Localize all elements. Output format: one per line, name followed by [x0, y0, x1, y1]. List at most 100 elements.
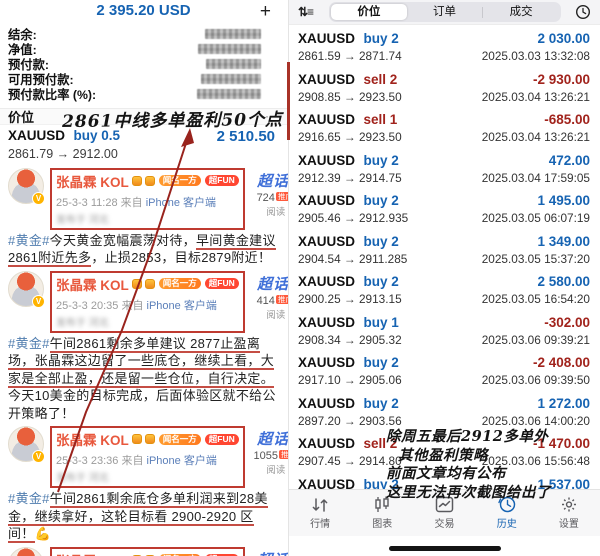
gold-hashtag[interactable]: #黄金# [8, 491, 50, 506]
row-profit: 2 030.00 [537, 31, 590, 46]
row-symbol: XAUUSD [298, 436, 355, 451]
row-profit: -2 930.00 [533, 72, 590, 87]
avatar[interactable] [8, 168, 44, 204]
row-prices: 2905.46 → 2912.935 [298, 211, 408, 225]
history-row[interactable]: XAUUSD buy 1 -302.00 2908.34 → 2905.32 2… [298, 314, 590, 347]
row-side: buy 2 [363, 355, 398, 370]
row-side: sell 1 [363, 112, 397, 127]
account-summary: 结余: 净值: 预付款: 可用预付款: 预付款比率 (%): [0, 23, 287, 101]
history-row[interactable]: XAUUSD buy 2 2 580.00 2900.25 → 2913.15 … [298, 273, 590, 306]
post-origin-blurred: 发布于 河北 [56, 314, 239, 329]
row-side: buy 2 [363, 153, 398, 168]
medal-icon [132, 279, 142, 289]
row-time: 2025.03.06 09:39:50 [482, 373, 590, 387]
row-prices: 2917.10 → 2905.06 [298, 373, 402, 387]
history-row[interactable]: XAUUSD buy 2 2 030.00 2861.59 → 2871.74 … [298, 30, 590, 63]
history-row[interactable]: XAUUSD sell 1 -685.00 2916.65 → 2923.50 … [298, 111, 590, 144]
row-symbol: XAUUSD [298, 153, 355, 168]
row-side: sell 2 [363, 72, 397, 87]
row-profit: -685.00 [544, 112, 590, 127]
avatar[interactable] [8, 426, 44, 462]
fun-badge: 超FUN [205, 175, 239, 186]
weibo-post: 张晶霖 KOL 闻名一方 超FUN 25-3-7 21:33 来自 iPhone… [0, 544, 287, 556]
row-symbol: XAUUSD [298, 112, 355, 127]
tab-prices[interactable]: 价位 [331, 4, 407, 20]
censored-value [205, 29, 261, 39]
history-row[interactable]: XAUUSD buy 2 472.00 2912.39 → 2914.75 20… [298, 152, 590, 185]
account-row: 结余: [8, 27, 261, 42]
row-prices: 2861.59 → 2871.74 [298, 49, 402, 63]
weibo-post: 张晶霖 KOL 闻名一方 超FUN 25-3-3 11:28 来自 iPhone… [0, 165, 287, 268]
row-symbol: XAUUSD [298, 31, 355, 46]
read-count: 414 [257, 295, 275, 307]
row-side: buy 2 [363, 234, 398, 249]
row-symbol: XAUUSD [298, 193, 355, 208]
row-symbol: XAUUSD [298, 355, 355, 370]
post-origin-blurred: 发布于 河北 [56, 469, 239, 484]
censored-value [201, 74, 261, 84]
tab-deals[interactable]: 成交 [483, 4, 559, 20]
post-meta: 25-3-3 23:36 来自 iPhone 客户端 [56, 452, 239, 468]
client-link[interactable]: iPhone 客户端 [147, 455, 217, 467]
tab-quotes[interactable]: 行情 [289, 490, 351, 536]
gold-hashtag[interactable]: #黄金# [8, 233, 50, 248]
row-profit: 2 580.00 [537, 274, 590, 289]
medal-icon [145, 176, 155, 186]
author-name[interactable]: 张晶霖 KOL [56, 171, 129, 191]
row-prices: 2912.39 → 2914.75 [298, 171, 402, 185]
author-name[interactable]: 张晶霖 KOL [56, 274, 129, 294]
row-symbol: XAUUSD [298, 72, 355, 87]
client-link[interactable]: iPhone 客户端 [146, 197, 216, 209]
post-text: #黄金#午间2861剩余多单建议 2877止盈离场，张晶霖这边留了一些底仓，继续… [8, 335, 279, 423]
row-side: buy 2 [363, 193, 398, 208]
row-time: 2025.03.03 13:32:08 [482, 49, 590, 63]
gold-hashtag[interactable]: #黄金# [8, 336, 50, 351]
row-prices: 2900.25 → 2913.15 [298, 292, 402, 306]
red-annotation-box: 张晶霖 KOL 闻名一方 超FUN 25-3-3 20:35 来自 iPhone… [50, 271, 245, 333]
avatar[interactable] [8, 547, 44, 556]
supertopic-logo: 超话 [257, 552, 289, 556]
row-prices: 2904.54 → 2911.285 [298, 252, 407, 266]
supertopic-logo: 超话 [257, 276, 289, 293]
row-profit: 1 349.00 [537, 234, 590, 249]
quotes-icon [289, 495, 351, 514]
avatar[interactable] [8, 271, 44, 307]
fun-badge: 超FUN [205, 434, 239, 445]
row-symbol: XAUUSD [298, 315, 355, 330]
row-profit: 1 272.00 [537, 396, 590, 411]
history-row[interactable]: XAUUSD buy 2 1 349.00 2904.54 → 2911.285… [298, 233, 590, 266]
author-name[interactable]: 张晶霖 KOL [56, 550, 129, 556]
history-tabs: 价位 订单 成交 [329, 2, 561, 22]
history-row[interactable]: XAUUSD buy 2 -2 408.00 2917.10 → 2905.06… [298, 354, 590, 387]
client-link[interactable]: iPhone 客户端 [147, 300, 217, 312]
tab-orders[interactable]: 订单 [407, 4, 483, 20]
red-annotation-box: 张晶霖 KOL 闻名一方 超FUN 25-3-3 11:28 来自 iPhone… [50, 168, 245, 230]
history-header: ⇅≡ 价位 订单 成交 [289, 0, 600, 25]
account-row: 预付款比率 (%): [8, 86, 261, 101]
handwritten-note-top: 2861中线多单盈利50个点 [62, 105, 283, 132]
censored-value [206, 59, 261, 69]
weibo-post: 张晶霖 KOL 闻名一方 超FUN 25-3-3 23:36 来自 iPhone… [0, 423, 287, 544]
sort-icon[interactable]: ⇅≡ [298, 5, 313, 19]
history-row[interactable]: XAUUSD buy 2 1 272.00 2897.20 → 2903.56 … [298, 395, 590, 428]
post-text: #黄金#午间2861剩余底仓多单利润来到28美金，继续拿好，这轮目标看 2900… [8, 490, 279, 543]
row-time: 2025.03.05 06:07:19 [482, 211, 590, 225]
row-profit: -2 408.00 [533, 355, 590, 370]
clock-icon[interactable] [575, 4, 591, 20]
row-time: 2025.03.05 15:37:20 [482, 252, 590, 266]
row-prices: 2908.34 → 2905.32 [298, 333, 402, 347]
read-count: 724 [257, 192, 275, 204]
weibo-post-feed: 张晶霖 KOL 闻名一方 超FUN 25-3-3 11:28 来自 iPhone… [0, 165, 287, 556]
history-row[interactable]: XAUUSD sell 2 -2 930.00 2908.85 → 2923.5… [298, 71, 590, 104]
add-button[interactable]: + [260, 1, 271, 23]
row-side: buy 1 [363, 315, 398, 330]
composite-screenshot: 2 395.20 USD + 结余: 净值: 预付款: 可用预付款: 预付款比率… [0, 0, 600, 556]
post-meta: 25-3-3 11:28 来自 iPhone 客户端 [56, 194, 239, 210]
author-name[interactable]: 张晶霖 KOL [56, 429, 129, 449]
fame-badge: 闻名一方 [159, 278, 201, 289]
row-time: 2025.03.06 09:39:21 [482, 333, 590, 347]
history-row[interactable]: XAUUSD buy 2 1 495.00 2905.46 → 2912.935… [298, 192, 590, 225]
row-prices: 2916.65 → 2923.50 [298, 130, 402, 144]
medal-icon [145, 434, 155, 444]
weibo-post: 张晶霖 KOL 闻名一方 超FUN 25-3-3 20:35 来自 iPhone… [0, 268, 287, 424]
